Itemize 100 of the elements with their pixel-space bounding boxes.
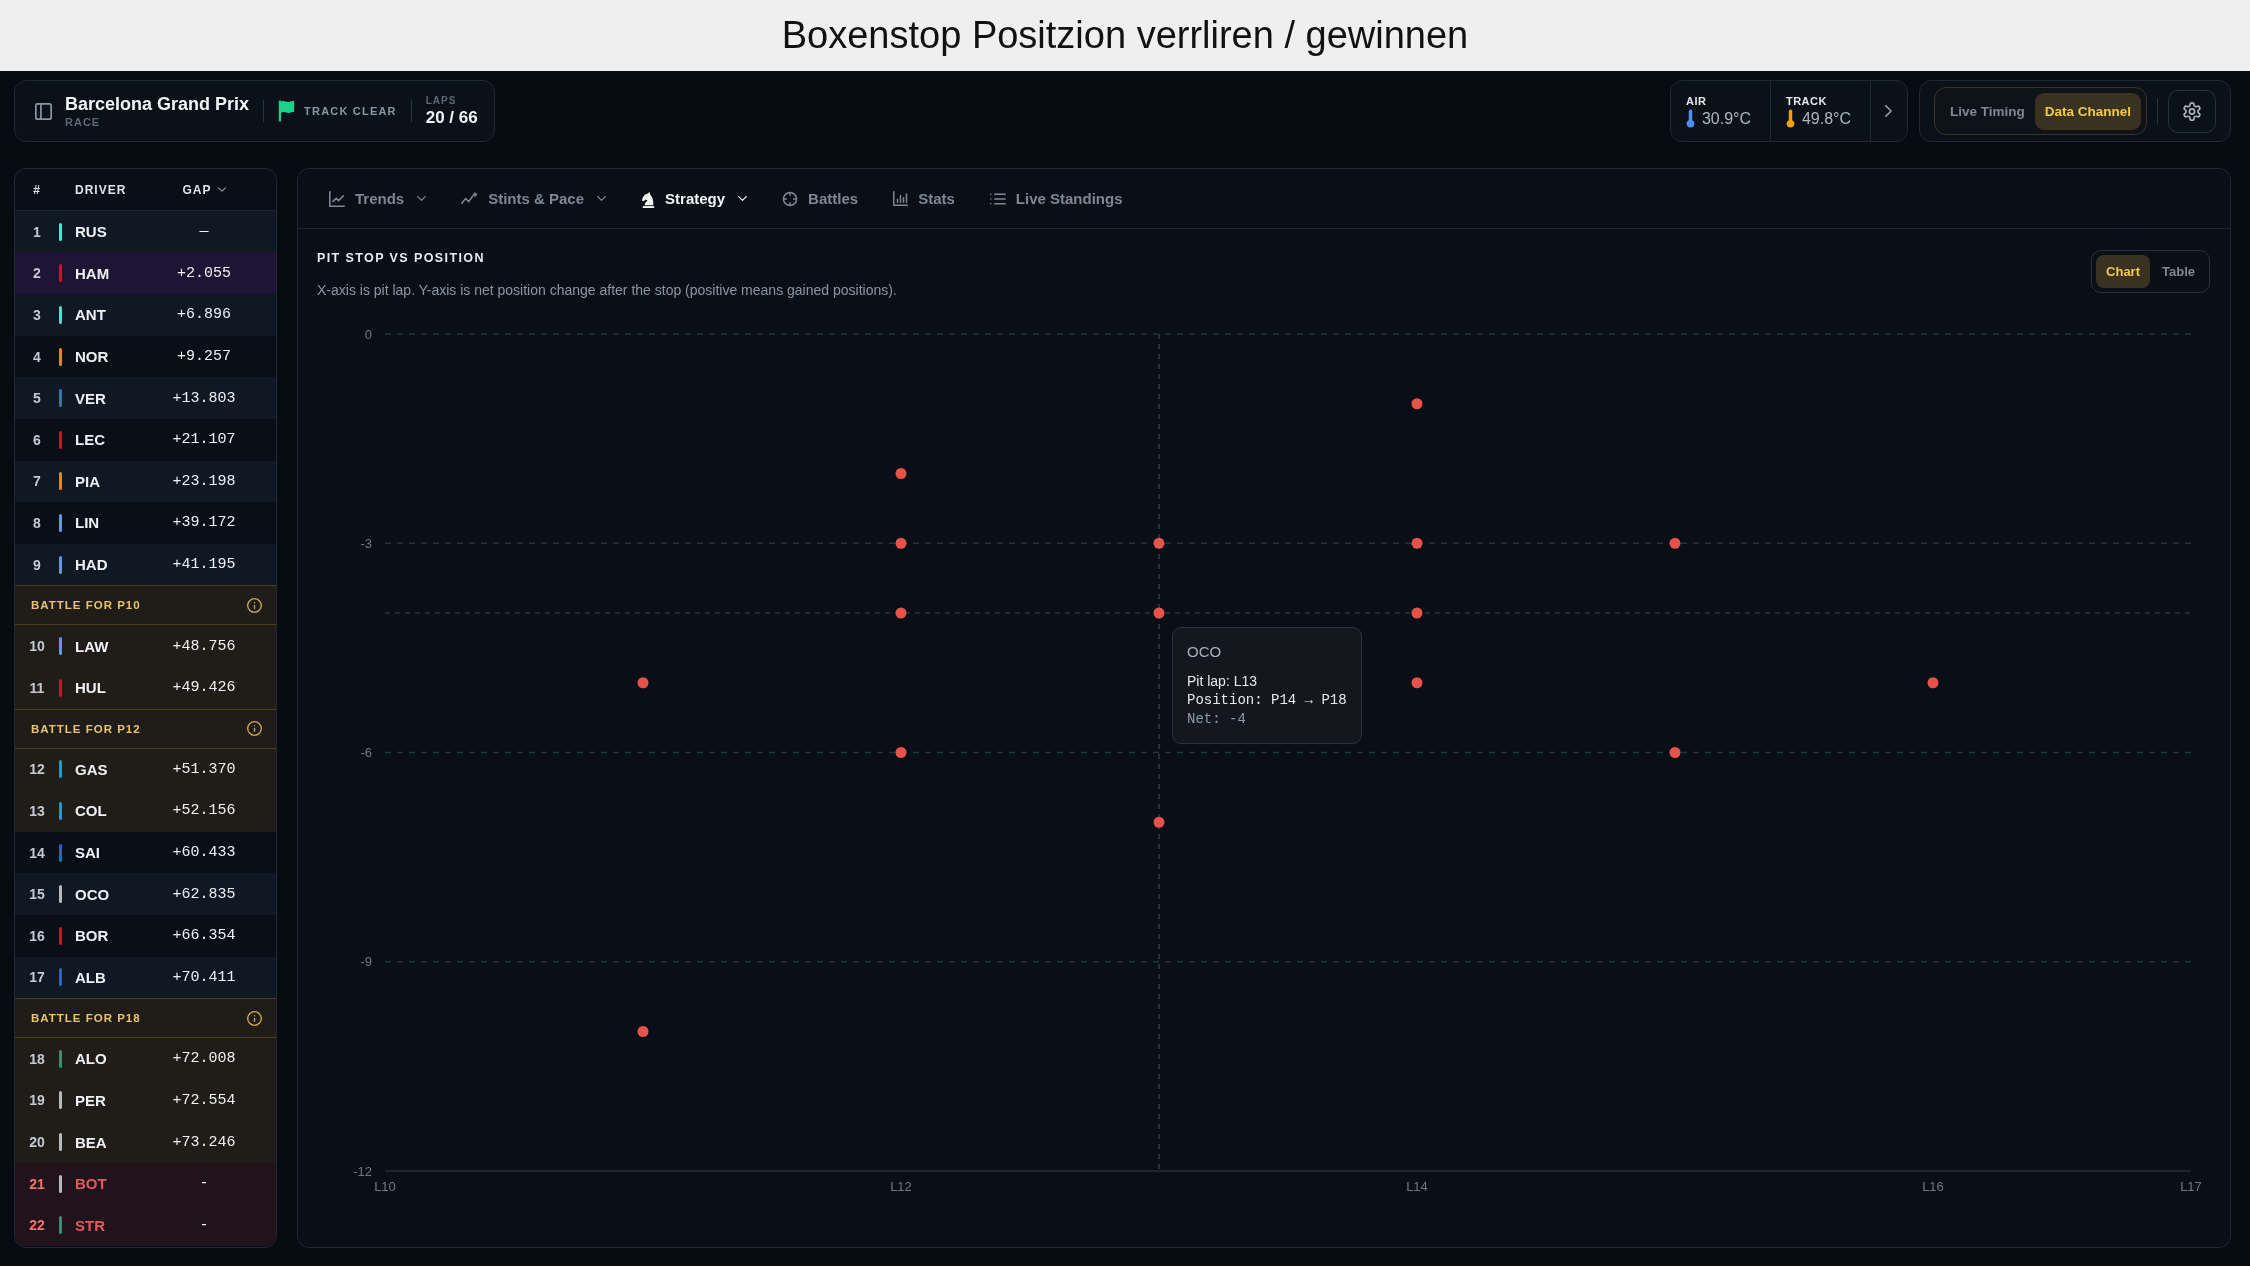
position-number: 2: [33, 265, 41, 282]
battle-label: BATTLE FOR P18: [31, 1012, 141, 1025]
driver-row[interactable]: 19 PER +72.554: [15, 1079, 276, 1122]
position-number: 10: [29, 638, 45, 655]
nav-tab[interactable]: Stats: [883, 178, 965, 219]
sidebar-toggle-icon[interactable]: [35, 102, 52, 120]
driver-row[interactable]: 20 BEA +73.246: [15, 1121, 276, 1163]
nav-tab[interactable]: Trends: [319, 178, 437, 219]
axis-label: -3: [360, 535, 372, 551]
position-number: 8: [33, 514, 41, 531]
axis-label: L16: [1922, 1179, 1944, 1194]
gap-time: +6.896: [177, 306, 231, 324]
tooltip-title: OCO: [1187, 642, 1223, 662]
driver-code: NOR: [75, 348, 110, 366]
driver-code: PIA: [75, 472, 101, 490]
gap-time: +39.172: [172, 514, 236, 532]
column-header: DRIVER: [75, 182, 128, 197]
driver-row[interactable]: 18 ALO +72.008: [15, 1038, 276, 1080]
settings-button[interactable]: [2168, 89, 2216, 133]
position-number: 19: [29, 1092, 45, 1109]
column-header: #: [33, 182, 41, 197]
nav-tab[interactable]: Battles: [772, 178, 869, 219]
temperature-value: 30.9°C: [1701, 108, 1752, 129]
driver-code: LEC: [75, 431, 106, 449]
laps-label: LAPS: [425, 94, 458, 107]
driver-code: RUS: [75, 223, 108, 241]
driver-code: HAD: [75, 556, 109, 574]
gap-time: +48.756: [172, 637, 236, 655]
driver-row[interactable]: 17 ALB +70.411: [15, 956, 276, 999]
page-title: Boxenstop Positzion verrliren / gewinnen: [781, 14, 1469, 57]
driver-row[interactable]: 15 OCO +62.835: [15, 873, 276, 915]
lap-counter: 20 / 66: [425, 107, 478, 128]
crosshair-icon: [782, 190, 799, 207]
driver-code: COL: [75, 802, 108, 820]
driver-code: OCO: [75, 885, 111, 903]
position-number: 18: [29, 1050, 45, 1067]
axis-label: L14: [1406, 1179, 1428, 1194]
tooltip-text: Pit lap: L13: [1187, 672, 1259, 691]
driver-code: ANT: [75, 306, 107, 324]
position-number: 5: [33, 390, 41, 407]
weather-label: TRACK: [1785, 93, 1828, 109]
driver-row[interactable]: 2 HAM +2.055: [15, 252, 276, 295]
driver-row[interactable]: 5 VER +13.803: [15, 377, 276, 419]
position-number: 4: [33, 348, 41, 365]
nav-tab[interactable]: Live Standings: [979, 178, 1133, 219]
nav-tab[interactable]: Strategy: [631, 178, 758, 219]
info-icon[interactable]: [247, 1010, 262, 1026]
line-chart-icon: [329, 190, 345, 207]
position-number: 1: [33, 223, 41, 240]
driver-row[interactable]: 13 COL +52.156: [15, 790, 276, 832]
driver-row[interactable]: 3 ANT +6.896: [15, 294, 276, 336]
mode-tab[interactable]: Live Timing: [1939, 92, 2035, 130]
gap-time: +62.835: [172, 885, 236, 903]
driver-row[interactable]: 9 HAD +41.195: [15, 543, 276, 586]
info-icon[interactable]: [247, 721, 262, 737]
driver-code: HUL: [75, 679, 107, 697]
gap-time: +72.008: [172, 1050, 236, 1068]
position-number: 21: [29, 1175, 45, 1192]
gap-time: +41.195: [172, 556, 236, 574]
gap-time: —: [199, 223, 209, 241]
column-header[interactable]: GAP: [182, 182, 212, 197]
weather-label: AIR: [1685, 93, 1708, 109]
driver-row[interactable]: 1 RUS —: [15, 211, 276, 253]
axis-label: -9: [360, 954, 372, 970]
driver-row[interactable]: 10 LAW +48.756: [15, 625, 276, 667]
nav-tab[interactable]: Stints & Pace: [451, 178, 617, 219]
gap-time: +21.107: [172, 431, 236, 449]
gap-time: +23.198: [172, 472, 236, 490]
temperature-value: 49.8°C: [1801, 108, 1852, 129]
gap-time: -: [199, 1175, 209, 1193]
driver-row[interactable]: 22 STR -: [15, 1204, 276, 1247]
view-tab[interactable]: Table: [2152, 255, 2205, 288]
driver-row[interactable]: 11 HUL +49.426: [15, 666, 276, 709]
settings-icon: [2183, 101, 2201, 121]
driver-row[interactable]: 7 PIA +23.198: [15, 460, 276, 503]
zigzag-chart-icon: [461, 192, 479, 205]
battle-label: BATTLE FOR P10: [31, 599, 141, 612]
driver-code: LAW: [75, 637, 110, 655]
driver-code: VER: [75, 389, 107, 407]
driver-code: BEA: [75, 1133, 108, 1151]
driver-row[interactable]: 12 GAS +51.370: [15, 748, 276, 791]
gap-time: +9.257: [177, 348, 231, 366]
position-number: 11: [29, 679, 45, 696]
driver-row[interactable]: 21 BOT -: [15, 1162, 276, 1205]
driver-code: ALB: [75, 968, 107, 986]
gap-time: +13.803: [172, 389, 236, 407]
gap-time: +49.426: [172, 679, 236, 697]
chart-description: X-axis is pit lap. Y-axis is net position change after the stop (positive means gained positions).: [317, 281, 897, 300]
gap-time: -: [199, 1216, 209, 1234]
gap-time: +73.246: [172, 1133, 236, 1151]
position-number: 16: [29, 927, 45, 944]
position-number: 17: [29, 969, 45, 986]
view-tab[interactable]: Chart: [2096, 255, 2150, 288]
info-icon[interactable]: [247, 597, 262, 613]
mode-tab[interactable]: Data Channel: [2034, 92, 2141, 130]
chevron-right-icon: [1885, 105, 1893, 117]
position-number: 14: [29, 844, 45, 861]
position-number: 6: [33, 431, 41, 448]
position-number: 9: [33, 556, 41, 573]
position-number: 7: [33, 473, 41, 490]
